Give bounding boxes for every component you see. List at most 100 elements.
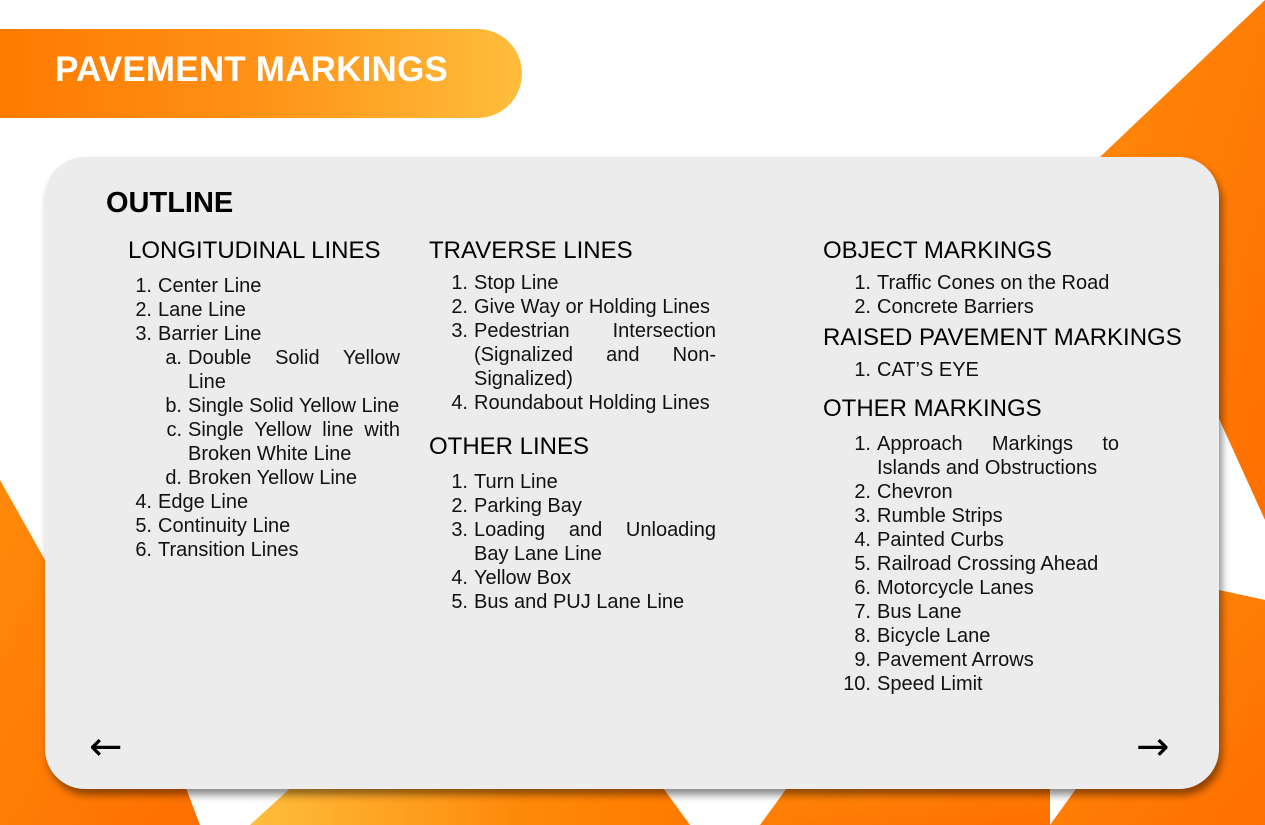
sublist-item: d. Broken Yellow Line <box>158 466 400 490</box>
list-item: 2. Concrete Barriers <box>823 295 1119 319</box>
item-number: 1. <box>854 433 871 455</box>
list-item: 2. Parking Bay <box>429 494 716 518</box>
item-text: Broken Yellow Line <box>188 467 358 489</box>
item-number: 2. <box>451 495 468 517</box>
barrier-sublist: a. Double Solid Yellow Line b. Single Soli… <box>158 346 400 490</box>
item-number: 1. <box>451 471 468 493</box>
item-text: CAT’S EYE <box>877 359 979 381</box>
item-text: Center Line <box>158 275 262 297</box>
list-item: 8. Bicycle Lane <box>823 624 1119 648</box>
list-item: 1. Approach Markings to Islands and Obstr… <box>823 432 1119 480</box>
item-text: Bus Lane <box>877 601 962 623</box>
item-text: Single Solid Yellow Line <box>188 395 400 417</box>
list-item: 3. Pedestrian Intersection (Signalized an… <box>429 319 716 391</box>
item-number: 5. <box>451 591 468 613</box>
list-item: 3. Loading and Unloading Bay Lane Line <box>429 518 716 566</box>
item-number: 8. <box>854 625 871 647</box>
item-text: Rumble Strips <box>877 505 1003 527</box>
list-item: 6. Transition Lines <box>128 538 400 562</box>
list-item: 5. Railroad Crossing Ahead <box>823 552 1119 576</box>
item-letter: b. <box>165 395 182 417</box>
page-title: PAVEMENT MARKINGS <box>55 50 448 89</box>
sublist-item: a. Double Solid Yellow Line <box>158 346 400 394</box>
item-text: Stop Line <box>474 272 559 294</box>
item-text: Motorcycle Lanes <box>877 577 1034 599</box>
other-markings-list: 1. Approach Markings to Islands and Obstr… <box>823 432 1119 696</box>
item-number: 7. <box>854 601 871 623</box>
sublist-container: a. Double Solid Yellow Line b. Single Soli… <box>128 346 400 490</box>
item-number: 1. <box>135 275 152 297</box>
item-number: 1. <box>854 359 871 381</box>
item-text: Yellow Box <box>474 567 572 589</box>
list-item: 1. Traffic Cones on the Road <box>823 271 1119 295</box>
section-heading: LONGITUDINAL LINES <box>128 237 381 264</box>
sublist-item: c. Single Yellow line with Broken White L… <box>158 418 400 466</box>
list-item: 7. Bus Lane <box>823 600 1119 624</box>
next-arrow-icon[interactable]: → <box>1136 727 1170 767</box>
item-number: 5. <box>854 553 871 575</box>
list-item: 4. Roundabout Holding Lines <box>429 391 716 415</box>
list-item: 10. Speed Limit <box>823 672 1119 696</box>
longitudinal-section: LONGITUDINAL LINES 1. Center Line 2. Lane … <box>128 237 400 562</box>
item-text: Speed Limit <box>877 673 983 695</box>
item-text: Pavement Arrows <box>877 649 1034 671</box>
item-text: Continuity Line <box>158 515 291 537</box>
item-text: Bicycle Lane <box>877 625 991 647</box>
item-number: 3. <box>135 323 152 345</box>
item-letter: a. <box>165 347 182 369</box>
item-number: 3. <box>451 519 468 541</box>
item-number: 3. <box>854 505 871 527</box>
item-letter: d. <box>165 467 182 489</box>
section-heading: TRAVERSE LINES <box>429 237 633 264</box>
list-item: 3. Rumble Strips <box>823 504 1119 528</box>
list-item: 2. Lane Line <box>128 298 400 322</box>
raised-markings-list: 1. CAT’S EYE <box>823 358 1119 382</box>
item-number: 2. <box>451 296 468 318</box>
item-text: Traffic Cones on the Road <box>877 272 1110 294</box>
list-item: 1. Stop Line <box>429 271 716 295</box>
item-number: 2. <box>135 299 152 321</box>
item-text: Transition Lines <box>158 539 299 561</box>
item-text: Approach Markings to Islands and Obstruc… <box>877 433 1119 479</box>
item-number: 3. <box>451 320 468 342</box>
item-text: Painted Curbs <box>877 529 1004 551</box>
item-number: 1. <box>451 272 468 294</box>
list-item: 4. Painted Curbs <box>823 528 1119 552</box>
object-markings-list: 1. Traffic Cones on the Road 2. Concrete B… <box>823 271 1119 319</box>
list-item: 1. Turn Line <box>429 470 716 494</box>
item-text: Loading and Unloading Bay Lane Line <box>474 519 716 565</box>
item-text: Double Solid Yellow Line <box>188 347 400 393</box>
item-number: 4. <box>451 567 468 589</box>
item-letter: c. <box>166 419 182 441</box>
item-text: Railroad Crossing Ahead <box>877 553 1099 575</box>
other-lines-list: 1. Turn Line 2. Parking Bay 3. Loading and … <box>429 470 716 614</box>
section-heading: OTHER LINES <box>429 433 590 460</box>
item-text: Single Yellow line with Broken White Lin… <box>188 419 400 465</box>
item-number: 4. <box>135 491 152 513</box>
list-item: 4. Yellow Box <box>429 566 716 590</box>
item-text: Parking Bay <box>474 495 582 517</box>
item-number: 6. <box>135 539 152 561</box>
traverse-section: TRAVERSE LINES 1. Stop Line 2. Give Way or… <box>429 237 716 614</box>
item-number: 5. <box>135 515 152 537</box>
item-text: Concrete Barriers <box>877 296 1034 318</box>
section-heading: OTHER MARKINGS <box>823 395 1042 422</box>
item-number: 9. <box>854 649 871 671</box>
traverse-list: 1. Stop Line 2. Give Way or Holding Lines … <box>429 271 716 415</box>
list-item: 2. Chevron <box>823 480 1119 504</box>
list-item: 3. Barrier Line <box>128 322 400 346</box>
item-number: 6. <box>854 577 871 599</box>
markings-section: OBJECT MARKINGS 1. Traffic Cones on the R… <box>823 237 1183 696</box>
item-number: 1. <box>854 272 871 294</box>
item-text: Bus and PUJ Lane Line <box>474 591 685 613</box>
longitudinal-list: 1. Center Line 2. Lane Line 3. Barrier Line… <box>128 274 400 562</box>
list-item: 4. Edge Line <box>128 490 400 514</box>
item-number: 4. <box>854 529 871 551</box>
item-text: Lane Line <box>158 299 246 321</box>
outline-title: OUTLINE <box>106 187 234 219</box>
list-item: 5. Bus and PUJ Lane Line <box>429 590 716 614</box>
previous-arrow-icon[interactable]: ← <box>89 727 123 767</box>
sublist-item: b. Single Solid Yellow Line <box>158 394 400 418</box>
list-item: 1. Center Line <box>128 274 400 298</box>
list-item: 5. Continuity Line <box>128 514 400 538</box>
